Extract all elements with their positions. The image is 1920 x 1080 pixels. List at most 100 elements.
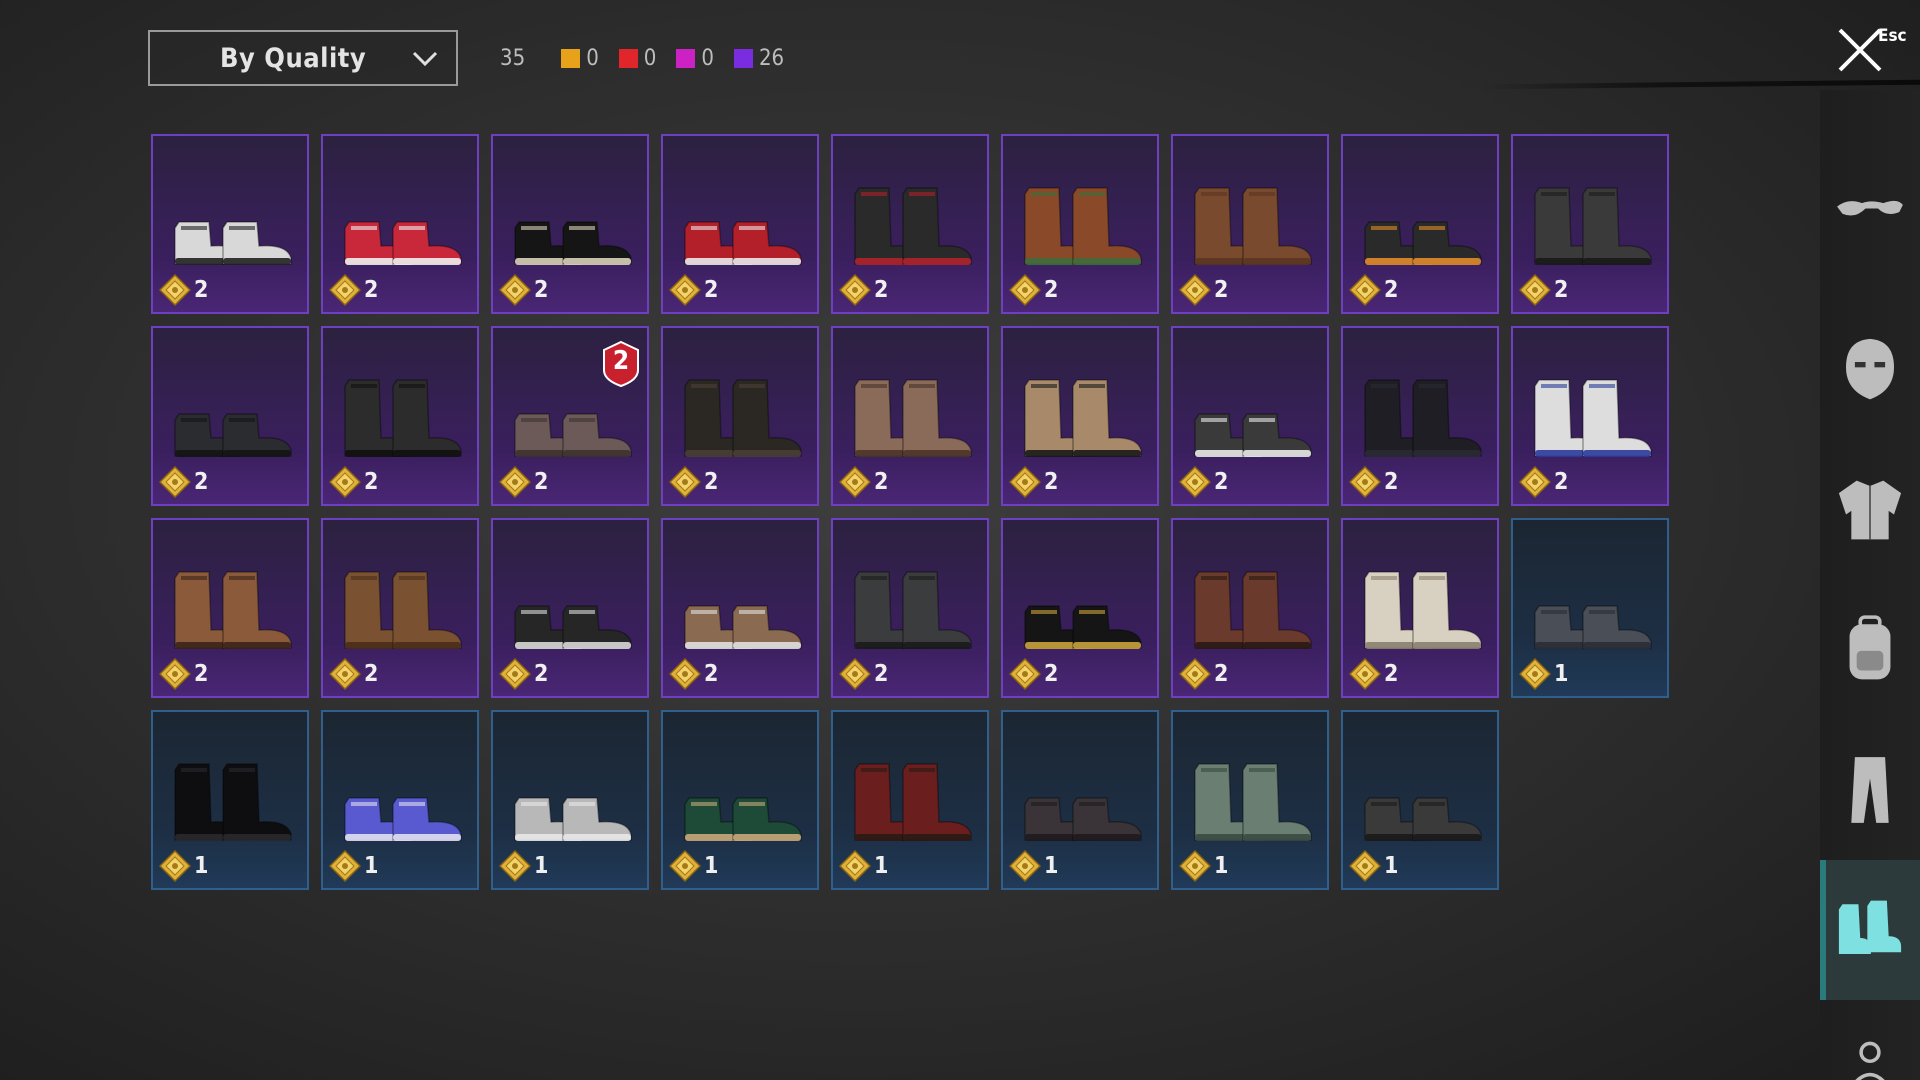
item-cost: 2 [159,274,208,306]
item-cost: 2 [1519,466,1568,498]
inventory-item[interactable]: 2 [321,518,479,698]
item-cost: 2 [1009,658,1058,690]
inventory-item[interactable]: 2 [1511,326,1669,506]
inventory-item[interactable]: 1 [321,710,479,890]
inventory-item[interactable]: 2 [1341,518,1499,698]
coin-icon [159,466,191,498]
brown-dress-shoes-icon [684,605,802,649]
patterned-boots-icon [1024,187,1142,265]
category-tab[interactable] [1820,150,1920,290]
esc-key-label: Esc [1878,26,1907,46]
item-cost: 2 [839,658,888,690]
category-tab[interactable] [1820,860,1920,1000]
item-cost-value: 2 [1214,661,1229,687]
dark-tall-boots-icon [684,379,802,457]
green-boots-icon [1194,763,1312,841]
coin-icon [1519,658,1551,690]
item-cost-value: 2 [534,661,549,687]
inventory-item[interactable]: 2 [321,134,479,314]
inventory-item[interactable]: 1 [831,710,989,890]
item-cost: 2 [499,466,548,498]
item-cost-value: 1 [1384,853,1399,879]
item-cost: 2 [1349,658,1398,690]
inventory-item[interactable]: 1 [1001,710,1159,890]
item-cost: 2 [669,466,718,498]
inventory-item[interactable]: 2 2 [491,326,649,506]
inventory-item[interactable]: 1 [1341,710,1499,890]
inventory-item[interactable]: 2 [831,134,989,314]
total-count: 35 [500,45,526,71]
item-cost-value: 1 [1214,853,1229,879]
item-cost-value: 1 [364,853,379,879]
grey-shoes-icon [1534,605,1652,649]
coin-icon [1179,850,1211,882]
item-cost-value: 2 [1044,277,1059,303]
item-cost: 2 [1179,658,1228,690]
inventory-item[interactable]: 1 [661,710,819,890]
tan-lace-boots-icon [174,571,292,649]
inventory-item[interactable]: 2 [151,518,309,698]
category-tab[interactable] [1820,720,1920,860]
grey-cuff-boots-icon [854,571,972,649]
inventory-item[interactable]: 2 [321,326,479,506]
inventory-item[interactable]: 2 [661,134,819,314]
coin-icon [499,850,531,882]
inventory-item[interactable]: 2 [491,518,649,698]
inventory-item[interactable]: 2 [1171,518,1329,698]
category-tab[interactable] [1820,1030,1920,1080]
item-cost: 2 [499,274,548,306]
inventory-item[interactable]: 2 [831,326,989,506]
inventory-item[interactable]: 1 [1511,518,1669,698]
category-tab[interactable] [1820,300,1920,440]
inventory-item[interactable]: 2 [1341,134,1499,314]
buckle-boots-icon [344,571,462,649]
inventory-item[interactable]: 1 [151,710,309,890]
black-combat-boots-icon [344,379,462,457]
category-tab[interactable] [1820,580,1920,720]
item-cost-value: 2 [194,277,209,303]
inventory-item[interactable]: 2 [491,134,649,314]
brown-lace-boots-icon [854,379,972,457]
item-cost: 2 [1009,466,1058,498]
black-trainers-icon [514,605,632,649]
inventory-item[interactable]: 2 [661,518,819,698]
inventory-item[interactable]: 2 [661,326,819,506]
inventory-item[interactable]: 2 [1001,326,1159,506]
item-cost: 2 [669,658,718,690]
inventory-item[interactable]: 2 [1001,518,1159,698]
inventory-item[interactable]: 2 [1001,134,1159,314]
coin-icon [329,658,361,690]
sort-dropdown[interactable]: By Quality [148,30,458,86]
brown-work-boots-icon [1194,571,1312,649]
coin-icon [329,274,361,306]
close-button[interactable]: Esc [1836,22,1907,76]
red-leather-boots-icon [854,763,972,841]
rare-count: 26 [733,46,784,71]
coin-icon [839,466,871,498]
coin-icon [1009,850,1041,882]
inventory-item[interactable]: 2 [151,326,309,506]
inventory-item[interactable]: 2 [1171,134,1329,314]
item-cost: 1 [329,850,378,882]
inventory-item[interactable]: 1 [1171,710,1329,890]
coin-icon [159,274,191,306]
item-cost-value: 2 [704,277,719,303]
item-cost-value: 2 [534,277,549,303]
inventory-item[interactable]: 2 [1171,326,1329,506]
quality-counts: 35 0 0 0 26 [500,42,804,74]
inventory-item[interactable]: 2 [1511,134,1669,314]
level-badge-value: 2 [612,346,630,376]
item-cost-value: 2 [1554,277,1569,303]
inventory-item[interactable]: 2 [1341,326,1499,506]
category-tab[interactable] [1820,440,1920,580]
level-badge: 2 [601,340,641,388]
item-cost-value: 2 [1214,277,1229,303]
white-boots-icon [1364,571,1482,649]
coin-icon [499,466,531,498]
inventory-item[interactable]: 2 [151,134,309,314]
coin-icon [839,850,871,882]
item-cost-value: 2 [874,469,889,495]
blue-stripe-boots-icon [1534,379,1652,457]
inventory-item[interactable]: 1 [491,710,649,890]
inventory-item[interactable]: 2 [831,518,989,698]
